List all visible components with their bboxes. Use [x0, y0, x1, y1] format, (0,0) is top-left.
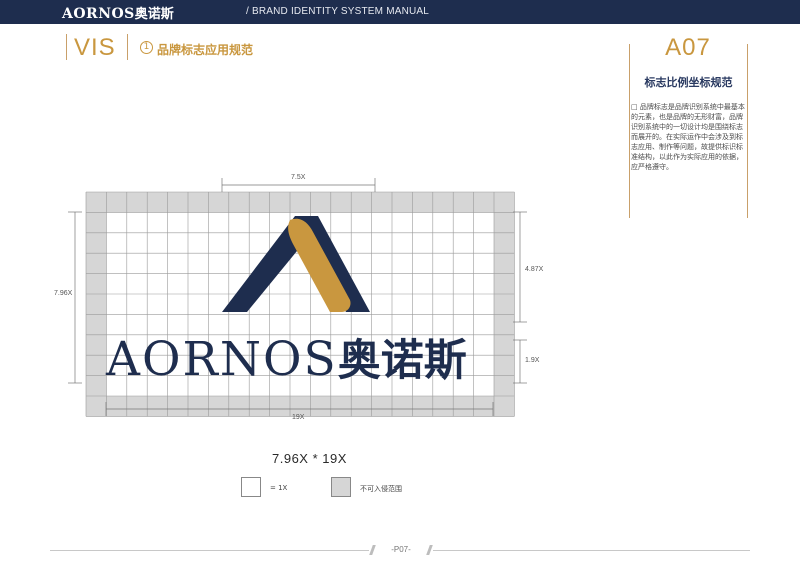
margin-cell: [371, 192, 392, 213]
margin-cell: [310, 192, 331, 213]
margin-cell: [310, 396, 331, 417]
dim-label-left: 7.96X: [54, 290, 73, 297]
dim-label-top: 7.5X: [291, 174, 306, 181]
margin-cell: [249, 192, 270, 213]
margin-cell: [167, 192, 188, 213]
legend-unit-label: = 1X: [270, 484, 288, 492]
margin-cell: [453, 192, 474, 213]
page-number: -P07-: [391, 545, 411, 554]
margin-cell: [494, 396, 515, 417]
margin-cell: [147, 192, 168, 213]
margin-cell: [494, 232, 515, 254]
margin-cell: [86, 375, 107, 396]
margin-cell: [432, 192, 454, 213]
logo-wordmark: AORNOS奥诺斯: [106, 332, 467, 387]
margin-cell: [453, 396, 474, 417]
margin-cell: [351, 396, 372, 417]
margin-cell: [330, 192, 352, 213]
margin-cell: [167, 396, 188, 417]
margin-cell: [86, 212, 107, 233]
margin-cell: [290, 192, 311, 213]
margin-cell: [269, 192, 290, 213]
logo-wordmark-latin: AORNOS: [106, 332, 338, 387]
margin-cell: [147, 396, 168, 417]
margin-cell: [371, 396, 392, 417]
margin-cell: [494, 314, 515, 335]
margin-cell: [494, 192, 515, 213]
margin-cell: [228, 396, 250, 417]
margin-cell: [351, 192, 372, 213]
margin-cell: [392, 192, 413, 213]
margin-cell: [412, 192, 433, 213]
logo-wordmark-cn: 奥诺斯: [337, 336, 467, 386]
ratio-label: 7.96X * 19X: [272, 451, 347, 466]
margin-cell: [494, 273, 515, 294]
margin-cell: [494, 294, 515, 315]
dim-label-right-upper: 4.87X: [525, 266, 544, 273]
margin-cell: [412, 396, 433, 417]
margin-cell: [494, 253, 515, 274]
margin-cell: [473, 396, 494, 417]
margin-cell: [126, 396, 148, 417]
margin-cell: [86, 355, 107, 376]
legend-margin-swatch: [331, 477, 351, 497]
margin-cell: [494, 355, 515, 376]
margin-cell: [432, 396, 454, 417]
margin-cell: [392, 396, 413, 417]
margin-cell: [126, 192, 148, 213]
legend-margin-label: 不可入侵范围: [360, 485, 402, 493]
legend-unit-swatch: [241, 477, 261, 497]
margin-cell: [86, 314, 107, 335]
margin-cell: [494, 334, 515, 356]
margin-cell: [86, 232, 107, 254]
dim-label-bottom: 19X: [292, 414, 305, 421]
margin-cell: [473, 192, 494, 213]
margin-cell: [106, 396, 127, 417]
margin-cell: [86, 294, 107, 315]
margin-cell: [188, 396, 209, 417]
margin-cell: [86, 253, 107, 274]
margin-cell: [208, 396, 229, 417]
margin-cell: [86, 334, 107, 356]
margin-cell: [86, 396, 107, 417]
margin-cell: [188, 192, 209, 213]
margin-cell: [106, 192, 127, 213]
margin-cell: [494, 375, 515, 396]
margin-cell: [269, 396, 290, 417]
dim-label-right-lower: 1.9X: [525, 357, 540, 364]
logo-mark-icon: [222, 216, 370, 312]
margin-cell: [86, 192, 107, 213]
margin-cell: [330, 396, 352, 417]
margin-cell: [208, 192, 229, 213]
margin-cell: [494, 212, 515, 233]
margin-cell: [228, 192, 250, 213]
margin-cell: [249, 396, 270, 417]
margin-cell: [86, 273, 107, 294]
